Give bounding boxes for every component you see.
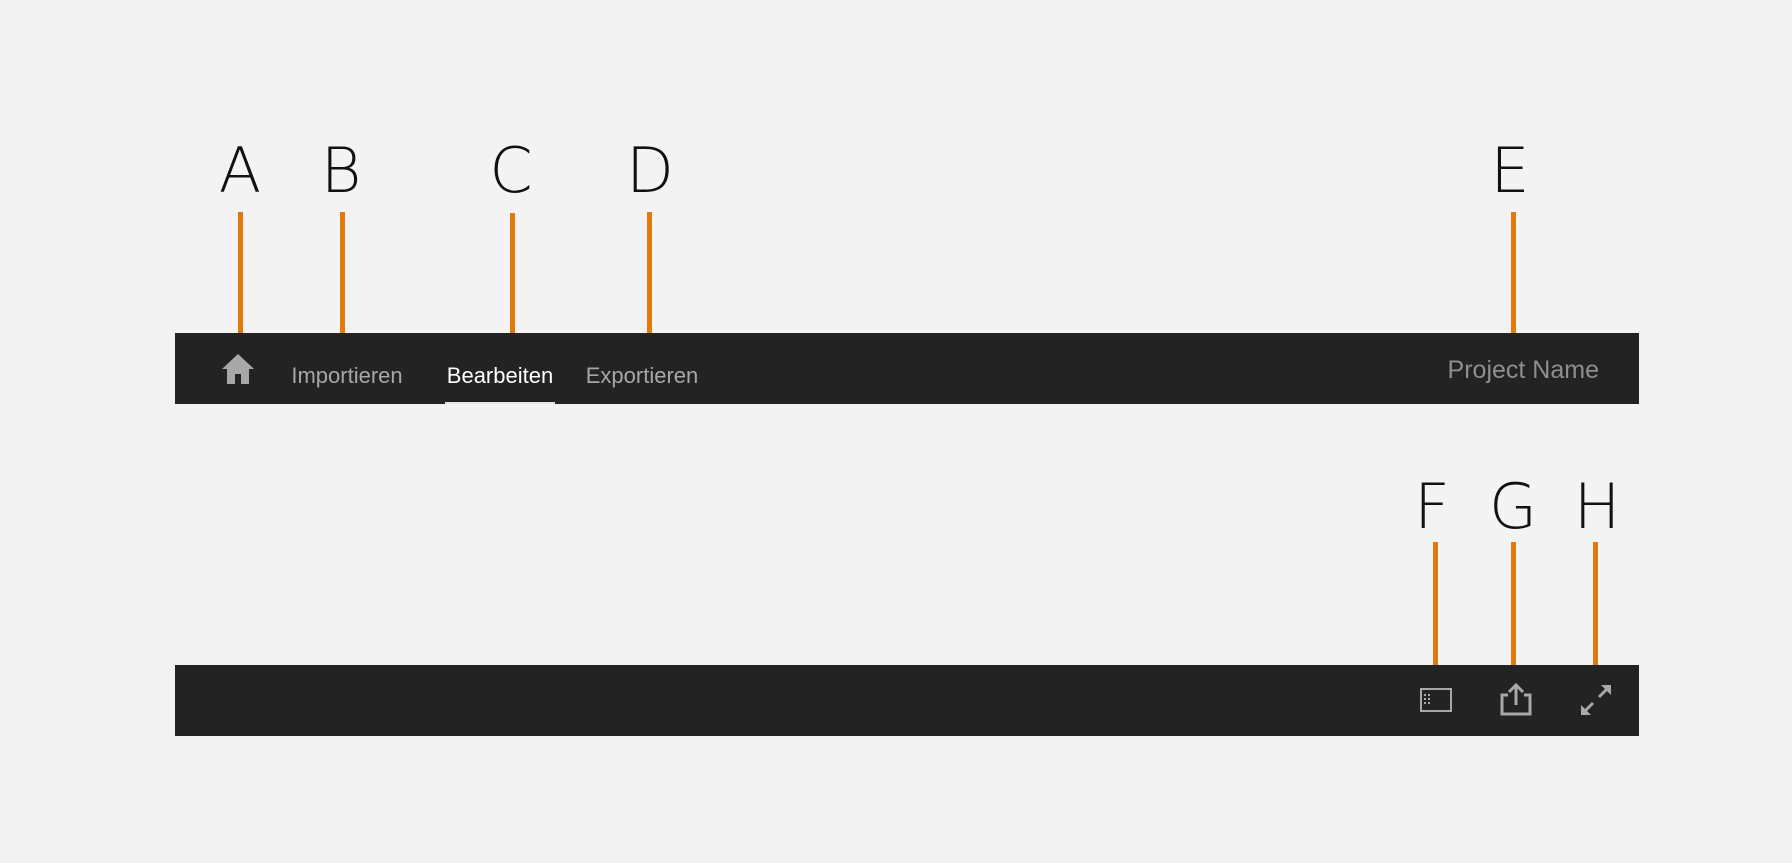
tab-edit[interactable]: Bearbeiten <box>445 333 555 404</box>
bottom-toolbar <box>175 665 1639 736</box>
callout-line-b <box>340 212 345 341</box>
home-icon <box>222 354 254 384</box>
fullscreen-icon <box>1580 684 1612 716</box>
callout-label-f: F <box>1414 470 1450 543</box>
callout-label-g: G <box>1488 470 1538 543</box>
tab-import[interactable]: Importieren <box>265 333 429 404</box>
callout-line-c <box>510 213 515 335</box>
panel-toggle-button[interactable] <box>1417 681 1455 719</box>
callout-label-e: E <box>1490 134 1530 207</box>
home-button[interactable] <box>220 351 256 387</box>
top-app-bar: Importieren Bearbeiten Exportieren Proje… <box>175 333 1639 404</box>
callout-label-h: H <box>1573 470 1621 543</box>
share-button[interactable] <box>1497 681 1535 719</box>
panel-toggle-icon <box>1420 688 1452 712</box>
fullscreen-button[interactable] <box>1577 681 1615 719</box>
share-icon <box>1500 682 1532 716</box>
callout-label-b: B <box>320 134 362 207</box>
callout-line-h <box>1593 542 1598 672</box>
callout-line-e <box>1511 212 1516 341</box>
callout-line-a <box>238 212 243 341</box>
callout-label-a: A <box>218 134 262 207</box>
callout-line-d <box>647 212 652 335</box>
callout-label-d: D <box>626 134 674 207</box>
callout-label-c: C <box>489 134 533 207</box>
callout-line-g <box>1511 542 1516 672</box>
project-name[interactable]: Project Name <box>1448 333 1599 404</box>
tab-export[interactable]: Exportieren <box>575 333 709 404</box>
callout-line-f <box>1433 542 1438 672</box>
